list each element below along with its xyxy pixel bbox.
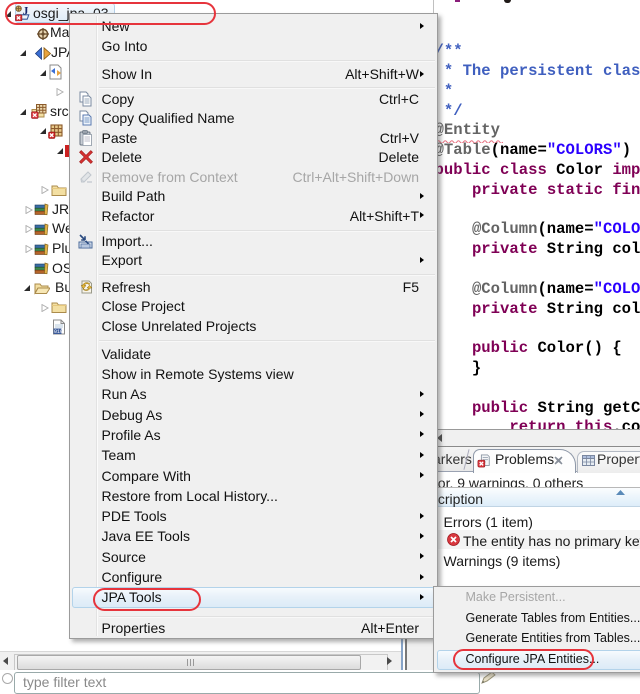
svg-text:010: 010 (54, 329, 63, 335)
